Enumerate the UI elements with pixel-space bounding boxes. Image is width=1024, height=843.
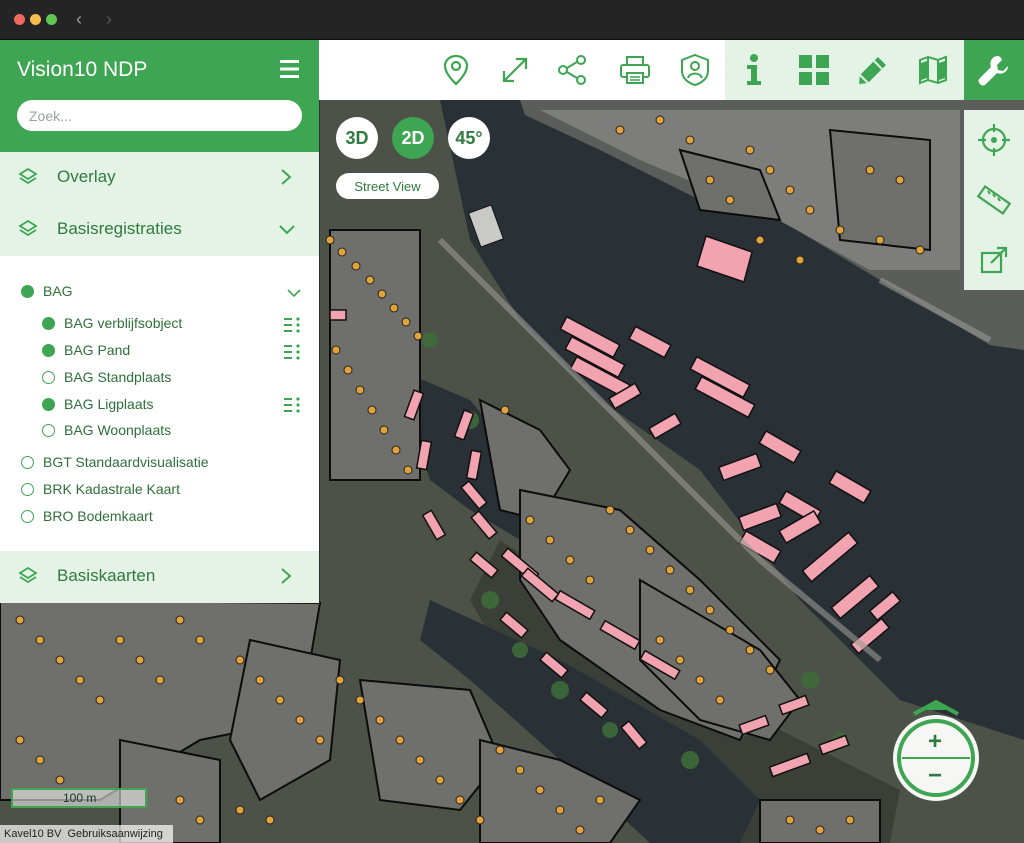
- layer-toggle-dot[interactable]: [42, 344, 55, 357]
- info-button[interactable]: [725, 40, 783, 100]
- map-side-tools: [964, 110, 1024, 290]
- layer-brk-label: BRK Kadastrale Kaart: [43, 481, 180, 497]
- user-profile-button[interactable]: [666, 40, 724, 100]
- section-basisregistraties[interactable]: Basisregistraties: [0, 204, 319, 256]
- map-button[interactable]: [904, 40, 962, 100]
- layer-bgt[interactable]: BGT Standaardvisualisatie: [21, 452, 291, 474]
- pencil-icon: [859, 57, 886, 84]
- layer-bro[interactable]: BRO Bodemkaart: [21, 506, 291, 528]
- fullscreen-icon: [502, 57, 528, 83]
- layer-bag-ligplaats-label: BAG Ligplaats: [64, 396, 154, 412]
- measure-button[interactable]: [964, 170, 1024, 230]
- zoom-in-button[interactable]: +: [920, 728, 950, 755]
- layers-grid-button[interactable]: [785, 40, 843, 100]
- scale-bar: 100 m: [11, 788, 147, 808]
- share-button[interactable]: [544, 40, 602, 100]
- street-view-button[interactable]: Street View: [336, 173, 439, 199]
- share-icon: [558, 55, 586, 85]
- maximize-window-button[interactable]: [46, 14, 57, 25]
- layer-bag[interactable]: BAG: [21, 281, 291, 303]
- chevron-right-icon: [281, 169, 292, 185]
- grid-icon: [799, 55, 829, 85]
- layer-bag-verblijfsobject-label: BAG verblijfsobject: [64, 315, 183, 331]
- forward-arrow-icon[interactable]: ›: [106, 9, 112, 30]
- layer-toggle-dot[interactable]: [21, 510, 34, 523]
- layers-icon: [18, 167, 38, 185]
- location-pin-button[interactable]: [427, 40, 485, 100]
- layer-bag-woonplaats[interactable]: BAG Woonplaats: [42, 420, 272, 442]
- close-window-button[interactable]: [14, 14, 25, 25]
- hamburger-menu-icon: [280, 60, 299, 78]
- scale-bar-label: 100 m: [63, 791, 97, 805]
- app-title: Vision10 NDP: [17, 58, 148, 81]
- layers-icon: [18, 219, 38, 237]
- legend-list-icon[interactable]: [283, 344, 301, 360]
- layer-bag-verblijfsobject[interactable]: BAG verblijfsobject: [42, 313, 272, 335]
- external-link-icon: [980, 246, 1008, 274]
- view-3d-button[interactable]: 3D: [336, 117, 378, 159]
- layer-toggle-dot[interactable]: [21, 483, 34, 496]
- top-toolbar: [319, 40, 1024, 100]
- locate-button[interactable]: [964, 110, 1024, 170]
- layers-icon: [18, 566, 38, 584]
- back-arrow-icon[interactable]: ‹: [76, 9, 82, 30]
- open-external-button[interactable]: [964, 230, 1024, 290]
- map-footer: Kavel10 BV Gebruiksaanwijzing: [0, 825, 173, 843]
- window-titlebar: ‹ ›: [0, 0, 1024, 40]
- company-label: Kavel10 BV: [4, 828, 62, 840]
- map-icon: [919, 55, 947, 85]
- view-2d-button[interactable]: 2D: [392, 117, 434, 159]
- fullscreen-button[interactable]: [486, 40, 544, 100]
- search-input[interactable]: [17, 100, 302, 131]
- crosshair-icon: [978, 124, 1010, 156]
- layer-bro-label: BRO Bodemkaart: [43, 508, 153, 524]
- draw-button[interactable]: [844, 40, 902, 100]
- section-overlay-label: Overlay: [57, 167, 116, 186]
- wrench-icon: [978, 56, 1008, 86]
- manual-link[interactable]: Gebruiksaanwijzing: [67, 828, 162, 840]
- print-button[interactable]: [606, 40, 664, 100]
- user-shield-icon: [681, 53, 709, 87]
- layer-bgt-label: BGT Standaardvisualisatie: [43, 454, 209, 470]
- layer-bag-pand[interactable]: BAG Pand: [42, 340, 272, 362]
- zoom-out-button[interactable]: −: [920, 762, 950, 789]
- legend-list-icon[interactable]: [283, 397, 301, 413]
- panel-header: Vision10 NDP: [0, 40, 319, 152]
- chevron-down-icon[interactable]: [287, 288, 301, 298]
- layer-toggle-dot[interactable]: [42, 398, 55, 411]
- minimize-window-button[interactable]: [30, 14, 41, 25]
- info-icon: [747, 54, 761, 85]
- hamburger-menu-button[interactable]: [278, 58, 302, 82]
- ruler-icon: [976, 184, 1012, 216]
- layer-bag-label: BAG: [43, 283, 73, 299]
- layer-bag-standplaats[interactable]: BAG Standplaats: [42, 367, 272, 389]
- location-pin-icon: [443, 54, 469, 86]
- layer-bag-pand-label: BAG Pand: [64, 342, 131, 358]
- view-45-button[interactable]: 45°: [448, 117, 490, 159]
- layers-panel: Vision10 NDP Overlay Basisregistraties B…: [0, 40, 319, 603]
- layer-toggle-dot[interactable]: [21, 456, 34, 469]
- app-window: ‹ › Vision10 NDP Zoek... Overlay Basisre…: [0, 0, 1024, 843]
- chevron-down-icon: [279, 225, 295, 235]
- layer-toggle-dot[interactable]: [21, 285, 34, 298]
- chevron-right-icon: [281, 568, 292, 584]
- layer-bag-ligplaats[interactable]: BAG Ligplaats: [42, 394, 272, 416]
- layer-bag-standplaats-label: BAG Standplaats: [64, 369, 172, 385]
- section-basiskaarten-label: Basiskaarten: [57, 566, 156, 585]
- section-basiskaarten[interactable]: Basiskaarten: [0, 551, 319, 603]
- layer-brk[interactable]: BRK Kadastrale Kaart: [21, 479, 291, 501]
- section-overlay[interactable]: Overlay: [0, 152, 319, 204]
- layer-bag-woonplaats-label: BAG Woonplaats: [64, 422, 172, 438]
- tools-button[interactable]: [964, 40, 1024, 100]
- layer-toggle-dot[interactable]: [42, 424, 55, 437]
- layer-toggle-dot[interactable]: [42, 317, 55, 330]
- section-basisregistraties-label: Basisregistraties: [57, 219, 182, 238]
- print-icon: [620, 56, 650, 84]
- layer-toggle-dot[interactable]: [42, 371, 55, 384]
- legend-list-icon[interactable]: [283, 317, 301, 333]
